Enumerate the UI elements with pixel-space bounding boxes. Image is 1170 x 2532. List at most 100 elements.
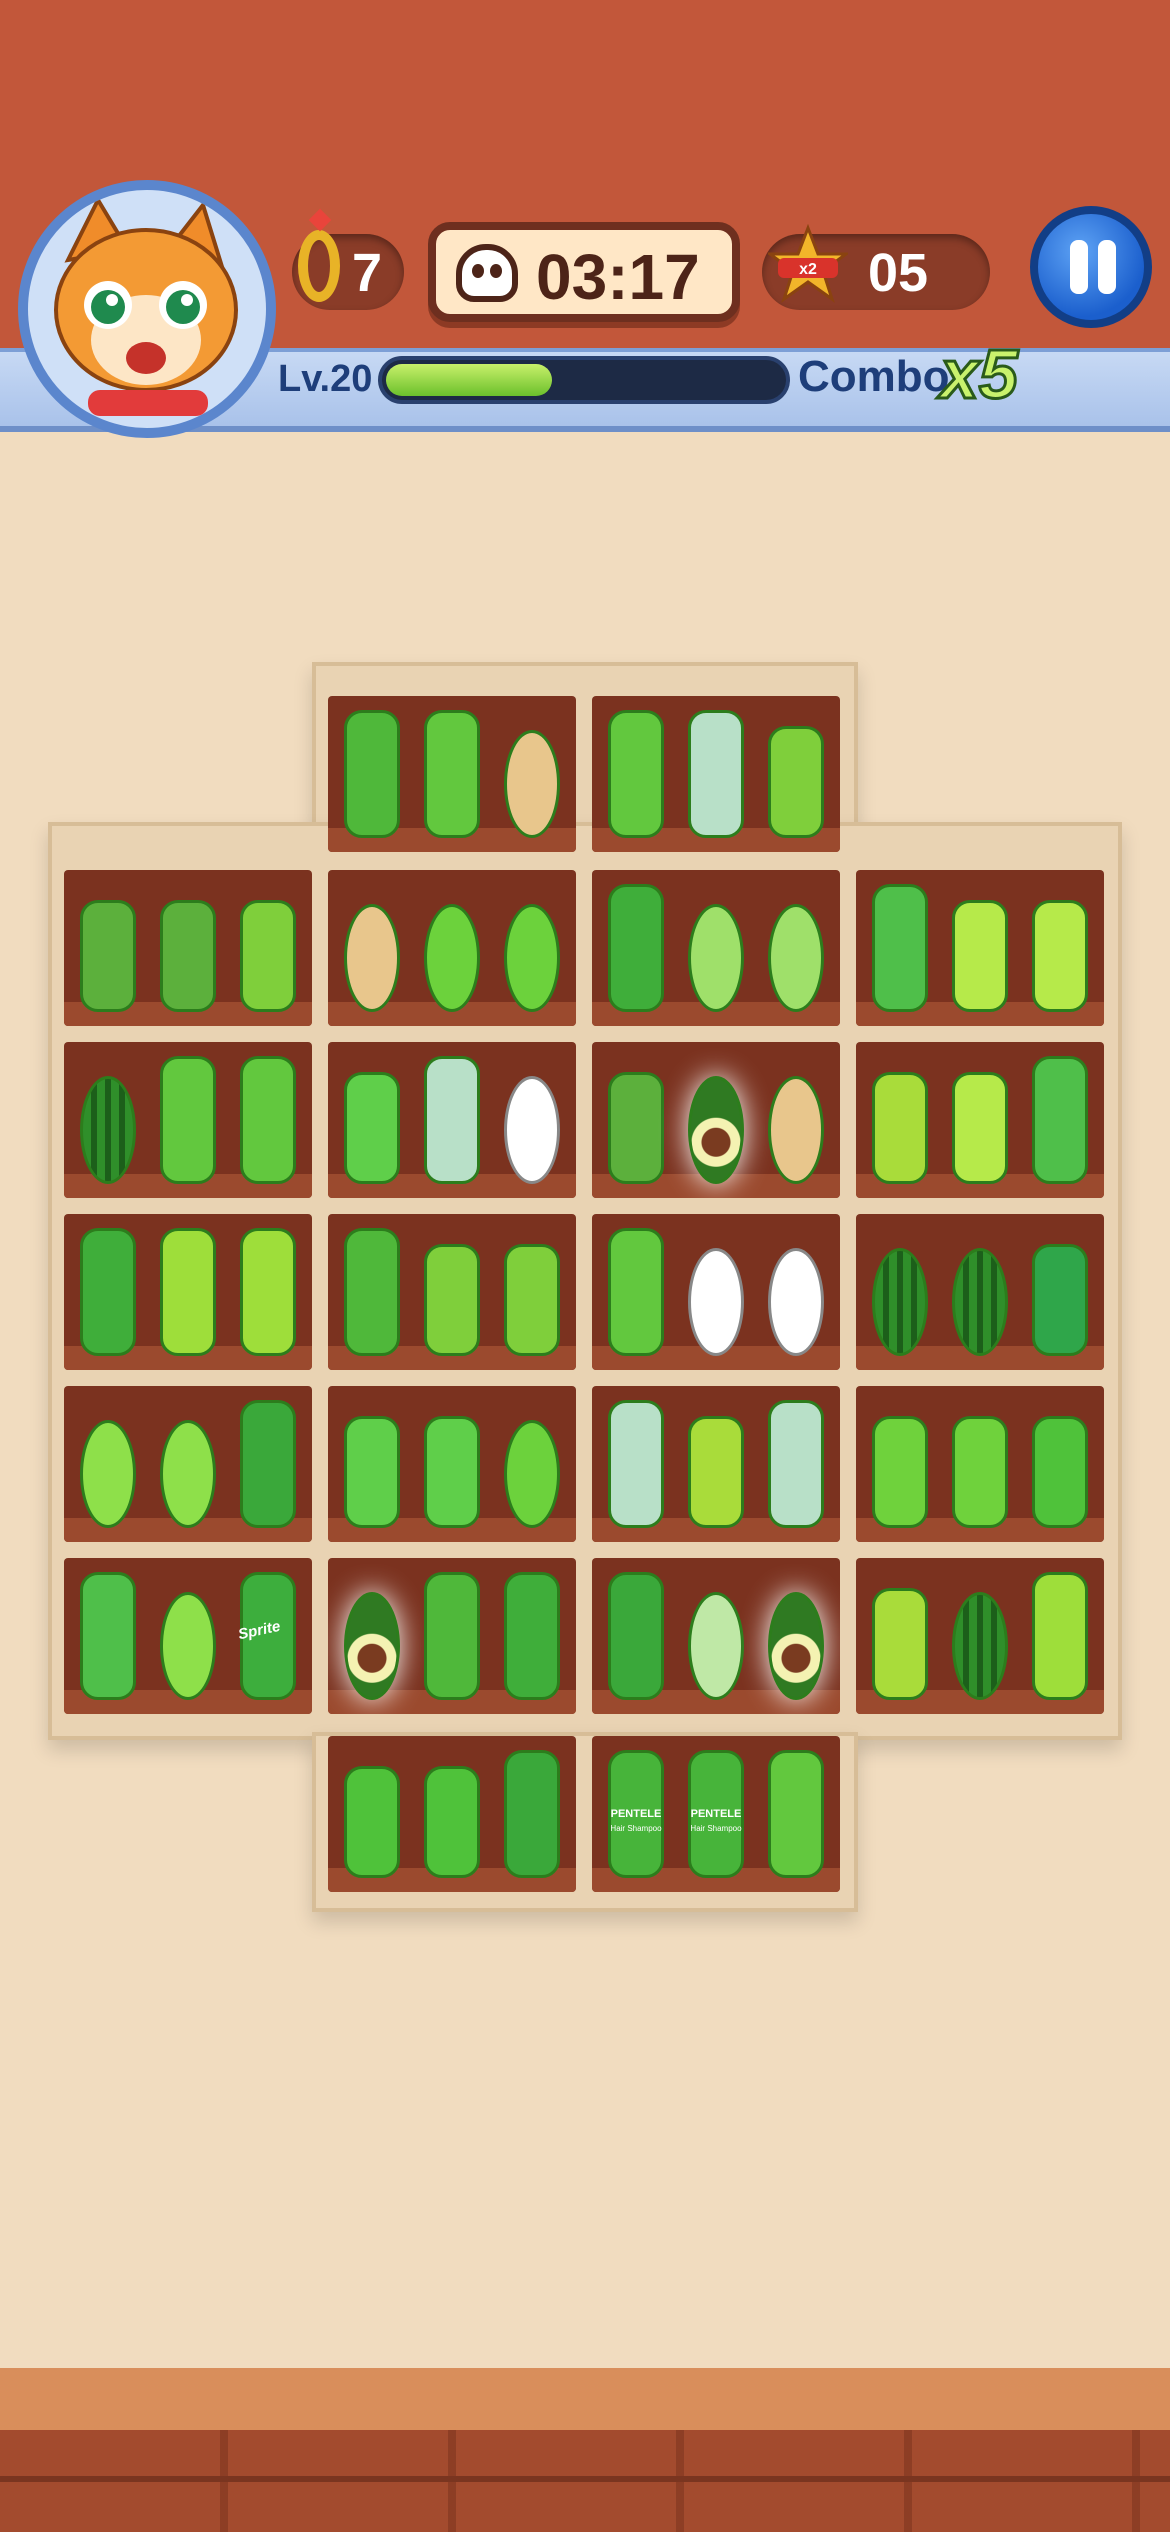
shelf-cell <box>592 1214 840 1370</box>
radio-icon <box>240 900 296 1012</box>
cupcake-item[interactable] <box>336 884 408 1012</box>
shelf-cell <box>328 1042 576 1198</box>
telescope-item[interactable] <box>232 1400 304 1528</box>
piggy-item[interactable] <box>680 1572 752 1700</box>
skirt-item[interactable] <box>336 1400 408 1528</box>
avocado-item[interactable] <box>760 1572 832 1700</box>
water-bottle-icon <box>424 710 480 838</box>
snowman-item[interactable] <box>496 1056 568 1184</box>
avocado-item[interactable] <box>336 1572 408 1700</box>
watermelon-icon <box>80 1076 136 1184</box>
kettle-item[interactable] <box>944 1400 1016 1528</box>
telescope-icon <box>608 1572 664 1700</box>
hand-mirror-icon <box>768 904 824 1012</box>
blender-item[interactable] <box>416 1056 488 1184</box>
skirt-item[interactable] <box>416 1400 488 1528</box>
cucumber-jar-item[interactable] <box>72 884 144 1012</box>
telescope-item[interactable] <box>496 1750 568 1878</box>
shelf-cell <box>328 1386 576 1542</box>
lamp-item[interactable] <box>1024 1572 1096 1700</box>
rocket-item[interactable] <box>1024 1056 1096 1184</box>
rocket-item[interactable] <box>864 884 936 1012</box>
kettle-item[interactable] <box>864 1400 936 1528</box>
rocket-icon <box>1032 1056 1088 1184</box>
potted-flower-item[interactable] <box>152 1572 224 1700</box>
lamp-item[interactable] <box>232 1228 304 1356</box>
soy-milk-bottle-item[interactable] <box>336 1228 408 1356</box>
potted-flower-item[interactable] <box>152 1400 224 1528</box>
cupcake-item[interactable] <box>760 1056 832 1184</box>
radio-item[interactable] <box>416 1228 488 1356</box>
snowman-icon <box>768 1248 824 1356</box>
radio-item[interactable] <box>760 710 832 838</box>
cupcake-item[interactable] <box>496 710 568 838</box>
shampoo-brand-label: PENTELE <box>690 1808 742 1820</box>
hairbrush-item[interactable] <box>72 1228 144 1356</box>
shelf-cell <box>856 1558 1104 1714</box>
water-bottle-item[interactable] <box>232 1056 304 1184</box>
cucumber-jar-item[interactable] <box>152 884 224 1012</box>
lamp-item[interactable] <box>152 1228 224 1356</box>
blender-item[interactable] <box>600 1400 672 1528</box>
mushroom-item[interactable] <box>416 884 488 1012</box>
lamp-icon <box>1032 1572 1088 1700</box>
watermelon-item[interactable] <box>72 1056 144 1184</box>
mushroom-item[interactable] <box>496 884 568 1012</box>
telescope-item[interactable] <box>600 1572 672 1700</box>
snowman-item[interactable] <box>760 1228 832 1356</box>
gift-box-item[interactable] <box>864 1056 936 1184</box>
water-bottle-item[interactable] <box>416 710 488 838</box>
game-console-item[interactable] <box>336 1750 408 1878</box>
water-bottle-item[interactable] <box>760 1750 832 1878</box>
rocket-item[interactable] <box>72 1572 144 1700</box>
watermelon-item[interactable] <box>944 1572 1016 1700</box>
mug-icon <box>952 1072 1008 1184</box>
shelf-cell: Sprite <box>64 1558 312 1714</box>
game-console-item[interactable] <box>416 1750 488 1878</box>
mug-item[interactable] <box>944 1056 1016 1184</box>
hairbrush-item[interactable] <box>496 1572 568 1700</box>
soy-milk-bottle-item[interactable] <box>336 710 408 838</box>
blender-item[interactable] <box>680 710 752 838</box>
dumbbell-item[interactable] <box>1024 1228 1096 1356</box>
radio-item[interactable] <box>496 1228 568 1356</box>
shelf-cell <box>592 870 840 1026</box>
skirt-icon <box>424 1416 480 1528</box>
hand-mirror-item[interactable] <box>680 884 752 1012</box>
snowman-item[interactable] <box>680 1228 752 1356</box>
skirt-item[interactable] <box>336 1056 408 1184</box>
shelf-cell <box>328 1214 576 1370</box>
watermelon-item[interactable] <box>864 1228 936 1356</box>
mug-item[interactable] <box>1024 884 1096 1012</box>
soy-milk-bottle-item[interactable] <box>416 1572 488 1700</box>
mug-item[interactable] <box>944 884 1016 1012</box>
blender-item[interactable] <box>760 1400 832 1528</box>
soy-milk-bottle-icon <box>424 1572 480 1700</box>
watermelon-icon <box>952 1248 1008 1356</box>
gift-box-item[interactable] <box>864 1572 936 1700</box>
cucumber-jar-item[interactable] <box>600 1056 672 1184</box>
avocado-icon <box>768 1592 824 1700</box>
gift-box-item[interactable] <box>680 1400 752 1528</box>
watermelon-item[interactable] <box>944 1228 1016 1356</box>
potted-flower-item[interactable] <box>72 1400 144 1528</box>
soy-milk-bottle-icon <box>344 1228 400 1356</box>
shampoo-bottle-item[interactable]: PENTELE Hair Shampoo <box>600 1750 672 1878</box>
hairbrush-icon <box>608 884 664 1012</box>
avocado-item[interactable] <box>680 1056 752 1184</box>
soda-can-item[interactable]: Sprite <box>232 1572 304 1700</box>
shampoo-bottle-item[interactable]: PENTELE Hair Shampoo <box>680 1750 752 1878</box>
cucumber-jar-icon <box>608 1072 664 1184</box>
water-bottle-item[interactable] <box>152 1056 224 1184</box>
hairbrush-item[interactable] <box>600 884 672 1012</box>
radio-item[interactable] <box>232 884 304 1012</box>
avocado-icon <box>688 1076 744 1184</box>
game-console-item[interactable] <box>1024 1400 1096 1528</box>
blender-icon <box>424 1056 480 1184</box>
water-bottle-item[interactable] <box>600 710 672 838</box>
water-bottle-item[interactable] <box>600 1228 672 1356</box>
shelf-cell <box>328 696 576 852</box>
mushroom-item[interactable] <box>496 1400 568 1528</box>
hand-mirror-item[interactable] <box>760 884 832 1012</box>
shelf-cell <box>328 1558 576 1714</box>
